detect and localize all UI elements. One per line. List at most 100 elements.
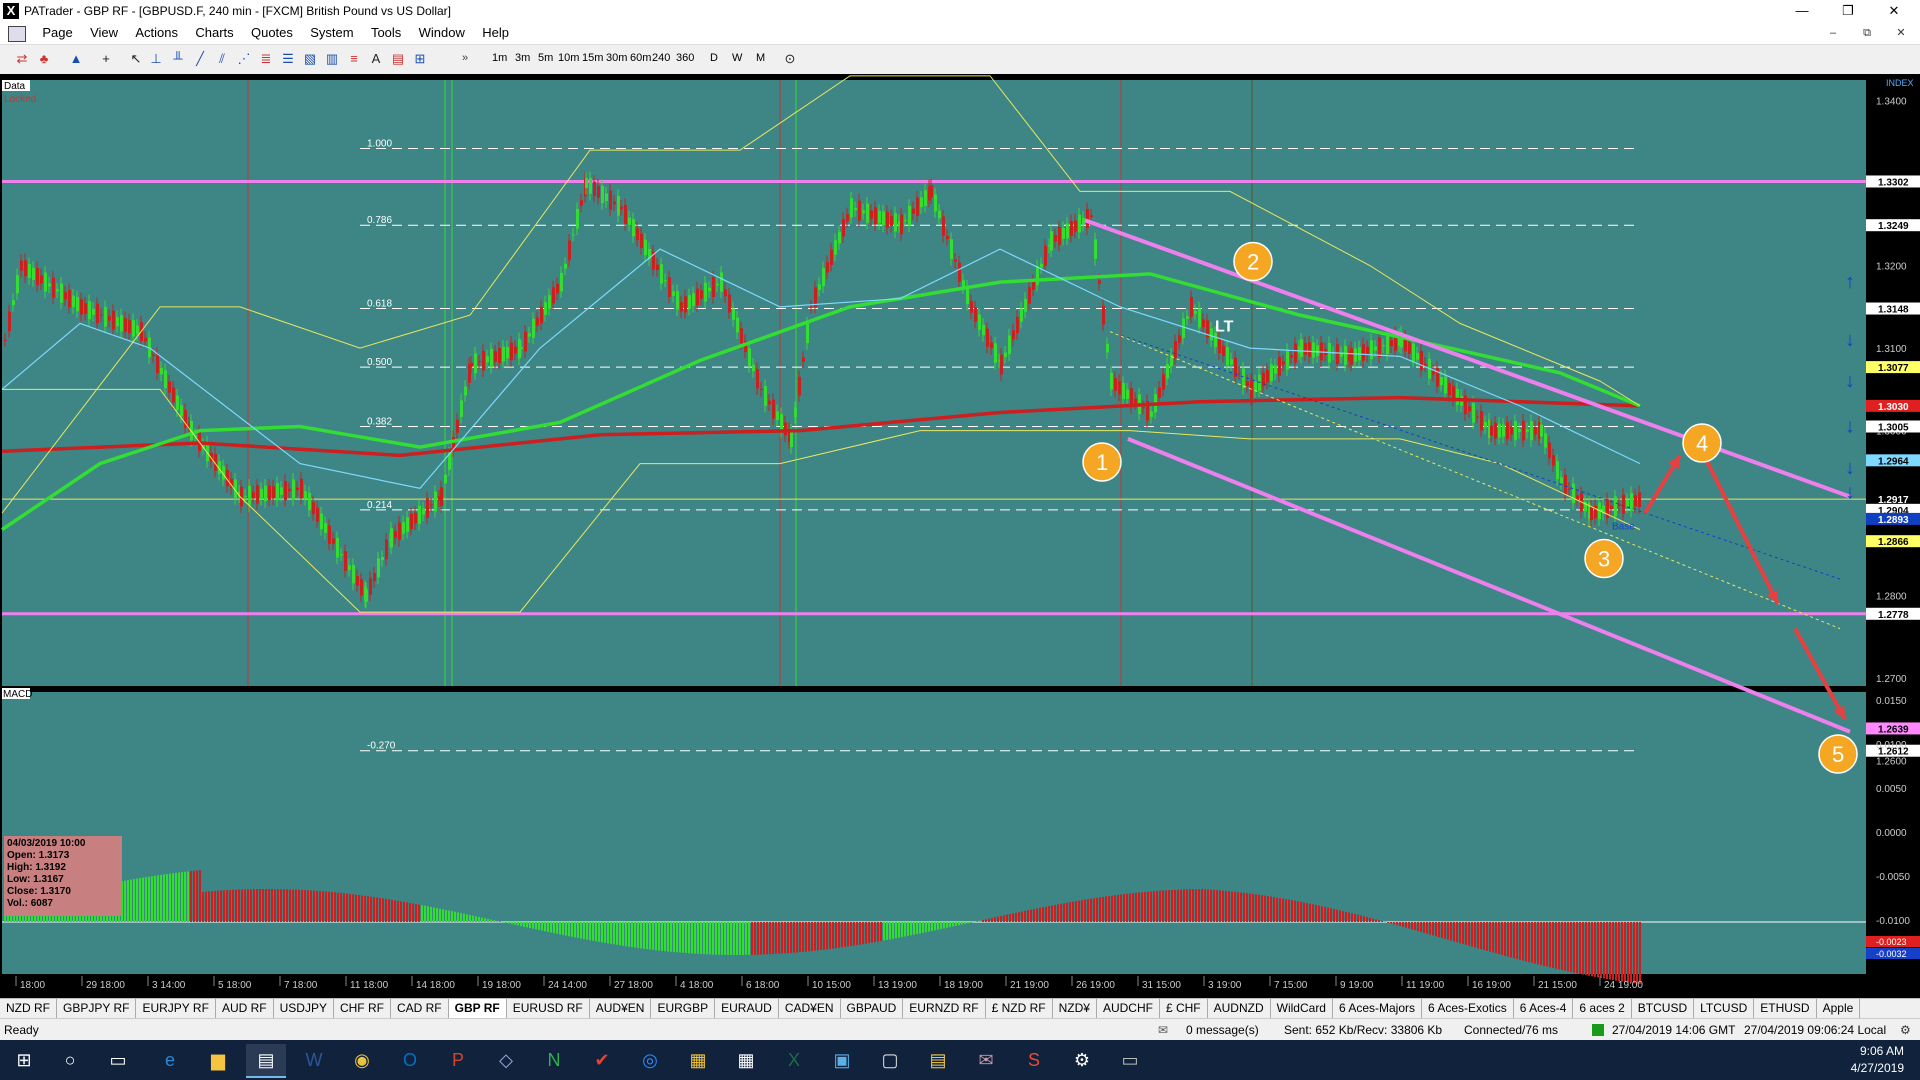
excel-icon[interactable]: X	[774, 1044, 814, 1076]
symbol-tab[interactable]: £ NZD RF	[986, 999, 1053, 1018]
symbol-tab[interactable]: 6 Aces-Majors	[1333, 999, 1423, 1018]
app-window-icon[interactable]: ▢	[870, 1044, 910, 1076]
fan-icon[interactable]: ⋰	[236, 51, 252, 67]
search-icon[interactable]: ○	[50, 1044, 90, 1076]
pattern-icon[interactable]: ⊞	[412, 51, 428, 67]
toolbar-more[interactable]: »	[462, 52, 468, 64]
tf-10m[interactable]: 10m	[558, 52, 579, 64]
menu-help[interactable]: Help	[475, 22, 516, 44]
menu-charts[interactable]: Charts	[188, 22, 240, 44]
brush-app-icon[interactable]: ✔	[582, 1044, 622, 1076]
calculator-icon[interactable]: ▦	[726, 1044, 766, 1076]
file-explorer-icon[interactable]: ▆	[198, 1044, 238, 1076]
symbol-tab[interactable]: CAD¥EN	[779, 999, 841, 1018]
mdi-close-button[interactable]: ✕	[1888, 24, 1914, 42]
menu-quotes[interactable]: Quotes	[244, 22, 300, 44]
app-icon[interactable]: ◇	[486, 1044, 526, 1076]
word-icon[interactable]: W	[294, 1044, 334, 1076]
symbol-tab[interactable]: ETHUSD	[1754, 999, 1817, 1018]
menu-page[interactable]: Page	[35, 22, 79, 44]
symbol-tab[interactable]: CAD RF	[391, 999, 449, 1018]
chrome-icon[interactable]: ◉	[342, 1044, 382, 1076]
taskbar-clock[interactable]: 9:06 AM 4/27/2019	[1851, 1043, 1904, 1077]
symbol-tab[interactable]: EURUSD RF	[507, 999, 590, 1018]
scroll-app-icon[interactable]: ✉	[966, 1044, 1006, 1076]
vertical-lines-icon[interactable]: ╨	[170, 51, 186, 67]
tf-15m[interactable]: 15m	[582, 52, 603, 64]
chart-menu-icon[interactable]	[8, 26, 26, 42]
fib-retracement-icon[interactable]: ≣	[258, 51, 274, 67]
channel-icon[interactable]: ⫽	[214, 51, 230, 67]
tf-3m[interactable]: 3m	[515, 52, 530, 64]
cycle-lines-icon[interactable]: ▥	[324, 51, 340, 67]
symbol-tab[interactable]: EURNZD RF	[903, 999, 986, 1018]
menu-system[interactable]: System	[303, 22, 360, 44]
file-manager-icon[interactable]: ▤	[918, 1044, 958, 1076]
settings-icon[interactable]: ⚙	[1900, 1023, 1911, 1037]
symbol-tab[interactable]: AUD¥EN	[590, 999, 652, 1018]
outlook-icon[interactable]: O	[390, 1044, 430, 1076]
status-messages[interactable]: 0 message(s)	[1186, 1023, 1259, 1037]
tf-360[interactable]: 360	[676, 52, 694, 64]
ninjatrader-icon[interactable]: N	[534, 1044, 574, 1076]
chart-type-icon[interactable]: ▲	[68, 51, 84, 67]
message-icon[interactable]: ✉	[1158, 1023, 1168, 1037]
trend-line-icon[interactable]: ╱	[192, 51, 208, 67]
price-chart[interactable]: 1.000 0.786 0.618 0.500 0.382 0.214 -0.270 1 2 3 4…	[0, 74, 1920, 998]
order-icon[interactable]: ♣	[36, 51, 52, 67]
crosshair-icon[interactable]: +	[98, 51, 114, 67]
symbol-tab[interactable]: LTCUSD	[1694, 999, 1755, 1018]
tf-30m[interactable]: 30m	[606, 52, 627, 64]
symbol-tab[interactable]: CHF RF	[334, 999, 391, 1018]
task-view-icon[interactable]: ▭	[98, 1044, 138, 1076]
tf-5m[interactable]: 5m	[538, 52, 553, 64]
symbol-tab[interactable]: 6 Aces-4	[1514, 999, 1574, 1018]
tf-1m[interactable]: 1m	[492, 52, 507, 64]
buy-sell-icon[interactable]: ⇄	[14, 51, 30, 67]
symbol-tab[interactable]: USDJPY	[274, 999, 334, 1018]
symbol-tab-active[interactable]: GBP RF	[448, 999, 507, 1018]
tf-240[interactable]: 240	[652, 52, 670, 64]
gann-icon[interactable]: ▧	[302, 51, 318, 67]
sticky-notes-icon[interactable]: ▦	[678, 1044, 718, 1076]
symbol-tab[interactable]: GBPAUD	[841, 999, 904, 1018]
tf-60m[interactable]: 60m	[630, 52, 651, 64]
symbol-tab[interactable]: AUDCHF	[1097, 999, 1160, 1018]
tf-daily[interactable]: D	[710, 52, 718, 64]
settings-gear-icon[interactable]: ⚙	[1062, 1044, 1102, 1076]
menu-actions[interactable]: Actions	[128, 22, 185, 44]
horizontal-line-icon[interactable]: ⊥	[148, 51, 164, 67]
menu-tools[interactable]: Tools	[364, 22, 408, 44]
symbol-tab[interactable]: EURAUD	[715, 999, 779, 1018]
patrader-taskbar-icon[interactable]: ▤	[246, 1044, 286, 1078]
mdi-minimize-button[interactable]: ‒	[1820, 24, 1846, 42]
symbol-tab[interactable]: BTCUSD	[1632, 999, 1695, 1018]
powerpoint-icon[interactable]: P	[438, 1044, 478, 1076]
menu-view[interactable]: View	[83, 22, 125, 44]
clock-icon[interactable]: ⊙	[782, 51, 798, 67]
remote-desktop-icon[interactable]: ▣	[822, 1044, 862, 1076]
mdi-restore-button[interactable]: ⧉	[1854, 24, 1880, 42]
symbol-tab[interactable]: 6 aces 2	[1573, 999, 1632, 1018]
text-tool-icon[interactable]: A	[368, 51, 384, 67]
minimize-button[interactable]: —	[1780, 0, 1824, 22]
symbol-tab[interactable]: 6 Aces-Exotics	[1422, 999, 1514, 1018]
generic-app-icon[interactable]: ▭	[1110, 1044, 1150, 1076]
windows-start-icon[interactable]: ⊞	[4, 1044, 44, 1076]
symbol-tab[interactable]: AUD RF	[216, 999, 274, 1018]
edge-browser-icon[interactable]: e	[150, 1044, 190, 1076]
symbol-tab[interactable]: AUDNZD	[1208, 999, 1271, 1018]
symbol-tab[interactable]: EURGBP	[651, 999, 716, 1018]
fib-time-icon[interactable]: ≡	[346, 51, 362, 67]
tf-weekly[interactable]: W	[732, 52, 742, 64]
snagit-icon[interactable]: S	[1014, 1044, 1054, 1076]
symbol-tab[interactable]: EURJPY RF	[136, 999, 216, 1018]
zoom-icon[interactable]: ◎	[630, 1044, 670, 1076]
symbol-tab[interactable]: GBPJPY RF	[57, 999, 137, 1018]
symbol-tab[interactable]: WildCard	[1271, 999, 1333, 1018]
symbol-tab[interactable]: NZD¥	[1053, 999, 1097, 1018]
symbol-tab[interactable]: NZD RF	[0, 999, 57, 1018]
tf-monthly[interactable]: M	[756, 52, 765, 64]
fib-extension-icon[interactable]: ☰	[280, 51, 296, 67]
pointer-icon[interactable]: ↖	[128, 51, 144, 67]
